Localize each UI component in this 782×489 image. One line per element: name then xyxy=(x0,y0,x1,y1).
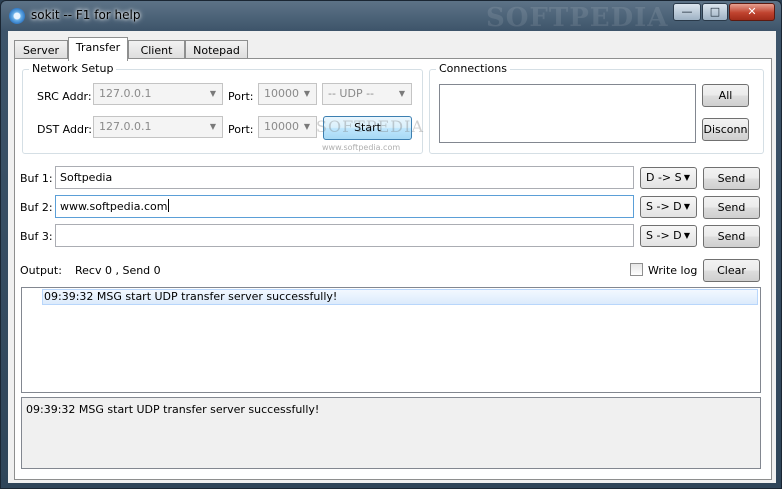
maximize-button[interactable]: □ xyxy=(702,3,728,21)
connections-list[interactable] xyxy=(439,84,696,143)
watermark-url: www.softpedia.com xyxy=(322,143,401,152)
protocol-combo[interactable]: -- UDP -- ▼ xyxy=(322,83,412,105)
output-label: Output: xyxy=(20,264,62,277)
app-icon xyxy=(9,8,25,24)
buf3-send-button[interactable]: Send xyxy=(703,225,760,248)
buf2-value: www.softpedia.com xyxy=(60,200,168,213)
buf3-input[interactable] xyxy=(55,224,634,247)
dst-addr-label: DST Addr: xyxy=(37,123,92,136)
chevron-down-icon: ▼ xyxy=(683,231,691,240)
output-log-list[interactable]: 09:39:32 MSG start UDP transfer server s… xyxy=(21,287,761,393)
dst-addr-combo[interactable]: 127.0.0.1 ▼ xyxy=(93,116,223,138)
dst-port-value: 10000 xyxy=(264,120,299,133)
buf2-label: Buf 2: xyxy=(20,201,53,214)
tab-client[interactable]: Client xyxy=(128,40,185,60)
title-watermark: SOFTPEDIA xyxy=(486,3,669,33)
buf1-label: Buf 1: xyxy=(20,172,53,185)
dst-port-label: Port: xyxy=(228,123,254,136)
client-area: Server Transfer Client Notepad Network S… xyxy=(8,31,776,483)
src-addr-value: 127.0.0.1 xyxy=(99,87,152,100)
minimize-button[interactable]: — xyxy=(673,3,701,21)
src-port-value: 10000 xyxy=(264,87,299,100)
buf2-send-button[interactable]: Send xyxy=(703,196,760,219)
status-text: 09:39:32 MSG start UDP transfer server s… xyxy=(26,403,320,416)
softpedia-watermark: SOFTPEDIA www.softpedia.com xyxy=(316,117,426,157)
buf1-direction-value: D -> S xyxy=(646,171,682,184)
buf2-direction-combo[interactable]: S -> D ▼ xyxy=(640,196,697,218)
src-addr-combo[interactable]: 127.0.0.1 ▼ xyxy=(93,83,223,105)
chevron-down-icon: ▼ xyxy=(683,202,691,211)
buf2-input[interactable]: www.softpedia.com xyxy=(55,195,634,218)
src-addr-label: SRC Addr: xyxy=(37,90,92,103)
connections-title: Connections xyxy=(436,62,510,75)
buf1-value: Softpedia xyxy=(60,171,113,184)
buf1-input[interactable]: Softpedia xyxy=(55,166,634,189)
tab-notepad[interactable]: Notepad xyxy=(185,40,248,60)
app-window: sokit -- F1 for help SOFTPEDIA — □ ✕ Ser… xyxy=(0,0,782,489)
write-log-checkbox[interactable] xyxy=(630,263,643,276)
buf3-direction-value: S -> D xyxy=(646,229,682,242)
tab-transfer[interactable]: Transfer xyxy=(68,37,128,61)
src-port-label: Port: xyxy=(228,90,254,103)
output-stats: Recv 0 , Send 0 xyxy=(75,264,161,277)
clear-button[interactable]: Clear xyxy=(703,259,760,282)
chevron-down-icon: ▼ xyxy=(398,89,406,98)
transfer-panel: Network Setup SRC Addr: 127.0.0.1 ▼ Port… xyxy=(14,58,772,480)
buf1-direction-combo[interactable]: D -> S ▼ xyxy=(640,167,697,189)
protocol-value: -- UDP -- xyxy=(328,87,375,100)
close-button[interactable]: ✕ xyxy=(729,3,775,21)
all-button[interactable]: All xyxy=(702,84,749,107)
write-log-label: Write log xyxy=(648,264,698,277)
buf2-direction-value: S -> D xyxy=(646,200,682,213)
chevron-down-icon: ▼ xyxy=(303,89,311,98)
buf3-label: Buf 3: xyxy=(20,230,53,243)
buf3-direction-combo[interactable]: S -> D ▼ xyxy=(640,225,697,247)
window-title: sokit -- F1 for help xyxy=(31,8,141,22)
buf1-send-button[interactable]: Send xyxy=(703,167,760,190)
watermark-text: SOFTPEDIA xyxy=(316,117,424,136)
title-bar[interactable]: sokit -- F1 for help SOFTPEDIA — □ ✕ xyxy=(1,1,781,33)
text-caret xyxy=(168,199,170,212)
dst-addr-value: 127.0.0.1 xyxy=(99,120,152,133)
disconn-button[interactable]: Disconn xyxy=(702,118,749,141)
chevron-down-icon: ▼ xyxy=(683,173,691,182)
network-setup-title: Network Setup xyxy=(29,62,117,75)
src-port-combo[interactable]: 10000 ▼ xyxy=(258,83,317,105)
chevron-down-icon: ▼ xyxy=(209,89,217,98)
chevron-down-icon: ▼ xyxy=(303,122,311,131)
dst-port-combo[interactable]: 10000 ▼ xyxy=(258,116,317,138)
chevron-down-icon: ▼ xyxy=(209,122,217,131)
status-box: 09:39:32 MSG start UDP transfer server s… xyxy=(21,397,761,469)
tab-server[interactable]: Server xyxy=(14,40,68,60)
log-line[interactable]: 09:39:32 MSG start UDP transfer server s… xyxy=(42,289,758,305)
